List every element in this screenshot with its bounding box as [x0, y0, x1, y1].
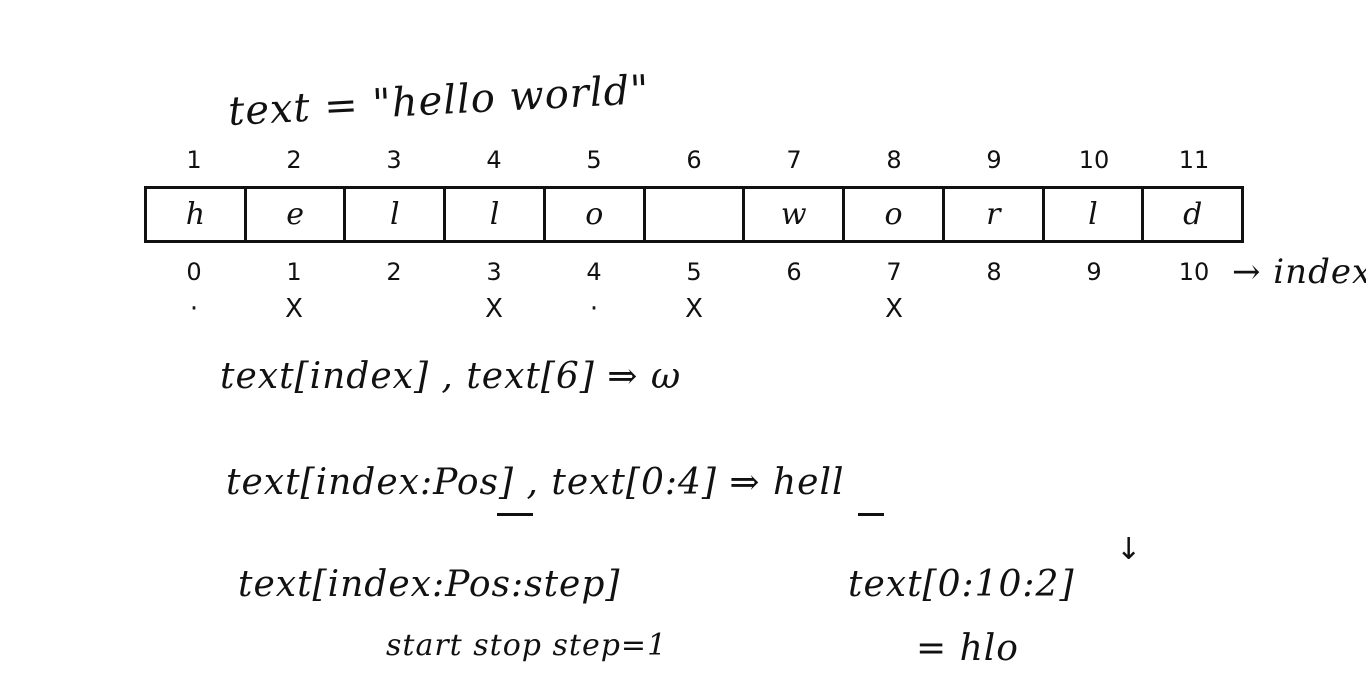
position-number: 10 — [1078, 146, 1110, 174]
position-number: 9 — [986, 146, 1002, 174]
index-number: 2 — [386, 258, 402, 286]
index-number: 9 — [1086, 258, 1102, 286]
index-number: 0 — [186, 258, 202, 286]
position-number: 2 — [286, 146, 302, 174]
step-mark — [1044, 294, 1144, 324]
step-mark: X — [485, 294, 503, 324]
array-cell: o — [845, 189, 945, 240]
array-cell: e — [247, 189, 347, 240]
array-cell-space — [646, 189, 746, 240]
position-number: 7 — [786, 146, 802, 174]
index-access-expression: text[index] , text[6] ⇒ ω — [220, 356, 682, 397]
step-mark: X — [685, 294, 703, 324]
character-array: h e l l o w o r l d — [144, 186, 1244, 243]
down-arrow-icon: ↓ — [1116, 532, 1142, 567]
step-slice-syntax: text[index:Pos:step] — [238, 564, 621, 605]
stop-underline — [858, 513, 884, 516]
index-number: 8 — [986, 258, 1002, 286]
index-number: 4 — [586, 258, 602, 286]
array-cell: l — [346, 189, 447, 240]
step-mark: · — [589, 294, 599, 324]
step-slice-result: = hlo — [916, 628, 1019, 669]
index-number: 1 — [286, 258, 302, 286]
index-numbers-row: 0 1 2 3 4 5 6 7 8 9 10 — [144, 258, 1244, 286]
array-cell: o — [546, 189, 646, 240]
position-number: 1 — [186, 146, 202, 174]
step-mark — [944, 294, 1044, 324]
index-number: 3 — [486, 258, 502, 286]
array-cell: w — [745, 189, 846, 240]
index-number: 7 — [886, 258, 902, 286]
step-mark: X — [285, 294, 303, 324]
step-slice-example: text[0:10:2] — [848, 564, 1075, 605]
step-marks-row: · X X · X X — [144, 294, 1244, 324]
step-slice-labels: start stop step=1 — [386, 628, 668, 663]
whiteboard-canvas: text = "hello world" 1 2 3 4 5 6 7 8 9 1… — [0, 0, 1366, 685]
position-number: 5 — [586, 146, 602, 174]
index-number: 10 — [1178, 258, 1210, 286]
index-number: 6 — [786, 258, 802, 286]
position-number: 4 — [486, 146, 502, 174]
position-number: 8 — [886, 146, 902, 174]
step-mark — [344, 294, 444, 324]
pos-underline — [497, 513, 533, 516]
array-cell: d — [1183, 197, 1203, 232]
array-cell: l — [1045, 189, 1145, 240]
index-label: → index — [1232, 252, 1366, 292]
step-mark: X — [885, 294, 903, 324]
array-cell: r — [945, 189, 1045, 240]
step-mark: · — [189, 294, 199, 324]
slice-expression: text[index:Pos] , text[0:4] ⇒ hell — [226, 462, 845, 503]
position-number: 3 — [386, 146, 402, 174]
position-number: 6 — [686, 146, 702, 174]
step-mark — [744, 294, 844, 324]
array-cell: l — [446, 189, 546, 240]
index-number: 5 — [686, 258, 702, 286]
position-number: 11 — [1178, 146, 1210, 174]
step-mark — [1144, 294, 1244, 324]
position-numbers-row: 1 2 3 4 5 6 7 8 9 10 11 — [144, 146, 1244, 174]
string-definition: text = "hello world" — [227, 66, 651, 136]
array-cell: h — [147, 189, 247, 240]
